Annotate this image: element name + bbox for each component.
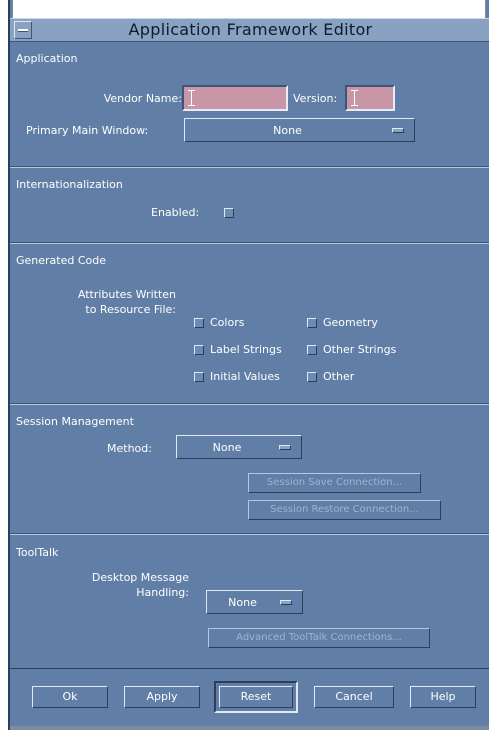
desktop-message-label-line1: Desktop Message [91, 571, 189, 584]
ok-button[interactable]: Ok [32, 686, 108, 708]
separator [10, 533, 489, 535]
other-checkbox[interactable] [307, 372, 317, 382]
option-menu-icon [392, 128, 404, 133]
option-menu-icon [280, 600, 292, 605]
option-menu-icon [279, 445, 291, 450]
other-label: Other [323, 370, 355, 383]
vendor-name-label: Vendor Name: [103, 92, 182, 105]
desktop-message-label-line2: Handling: [136, 586, 189, 599]
application-header: Application [16, 52, 78, 65]
version-label: Version: [293, 92, 338, 105]
initial-values-checkbox[interactable] [194, 372, 204, 382]
geometry-checkbox[interactable] [307, 318, 317, 328]
attributes-label-line1: Attributes Written [77, 288, 176, 301]
enabled-label: Enabled: [151, 206, 200, 219]
session-restore-connection-button[interactable]: Session Restore Connection... [248, 500, 441, 520]
colors-label: Colors [210, 316, 245, 329]
initial-values-label: Initial Values [210, 370, 280, 383]
advanced-tooltalk-connections-button[interactable]: Advanced ToolTalk Connections... [208, 628, 430, 648]
window-title: Application Framework Editor [128, 20, 373, 39]
session-save-connection-button[interactable]: Session Save Connection... [248, 473, 421, 493]
text-cursor-icon [351, 90, 358, 106]
tooltalk-header: ToolTalk [16, 546, 59, 559]
desktop-message-handling-value: None [228, 596, 257, 609]
vendor-name-field[interactable] [182, 85, 288, 111]
reset-button-label: Reset [219, 686, 293, 708]
attributes-label-line2: to Resource File: [85, 303, 176, 316]
window-top-edge [12, 0, 486, 18]
generated-code-header: Generated Code [16, 254, 107, 267]
text-cursor-icon [188, 90, 195, 106]
label-strings-label: Label Strings [210, 343, 282, 356]
enabled-checkbox[interactable] [224, 208, 234, 218]
primary-main-window-select[interactable]: None [184, 118, 415, 142]
other-strings-label: Other Strings [323, 343, 397, 356]
colors-checkbox[interactable] [194, 318, 204, 328]
reset-button[interactable]: Reset [214, 681, 298, 713]
session-management-header: Session Management [16, 415, 134, 428]
help-button[interactable]: Help [410, 686, 476, 708]
window-bottom-edge [10, 726, 489, 730]
session-method-select[interactable]: None [176, 435, 302, 459]
internationalization-header: Internationalization [16, 178, 123, 191]
geometry-label: Geometry [323, 316, 378, 329]
version-field[interactable] [345, 85, 395, 111]
cancel-button[interactable]: Cancel [314, 686, 394, 708]
separator [10, 242, 489, 244]
other-strings-checkbox[interactable] [307, 345, 317, 355]
apply-button[interactable]: Apply [124, 686, 200, 708]
separator [10, 403, 489, 405]
primary-main-window-value: None [273, 124, 302, 137]
primary-main-window-label: Primary Main Window: [26, 124, 149, 137]
label-strings-checkbox[interactable] [194, 345, 204, 355]
method-label: Method: [107, 442, 152, 455]
separator [10, 166, 489, 168]
title-bar[interactable]: Application Framework Editor [10, 18, 489, 42]
session-method-value: None [212, 441, 242, 454]
editor-window: Application Framework Editor Application… [8, 0, 489, 730]
dialog-footer: Ok Apply Reset Cancel Help [10, 668, 489, 730]
desktop-message-handling-select[interactable]: None [206, 590, 303, 614]
